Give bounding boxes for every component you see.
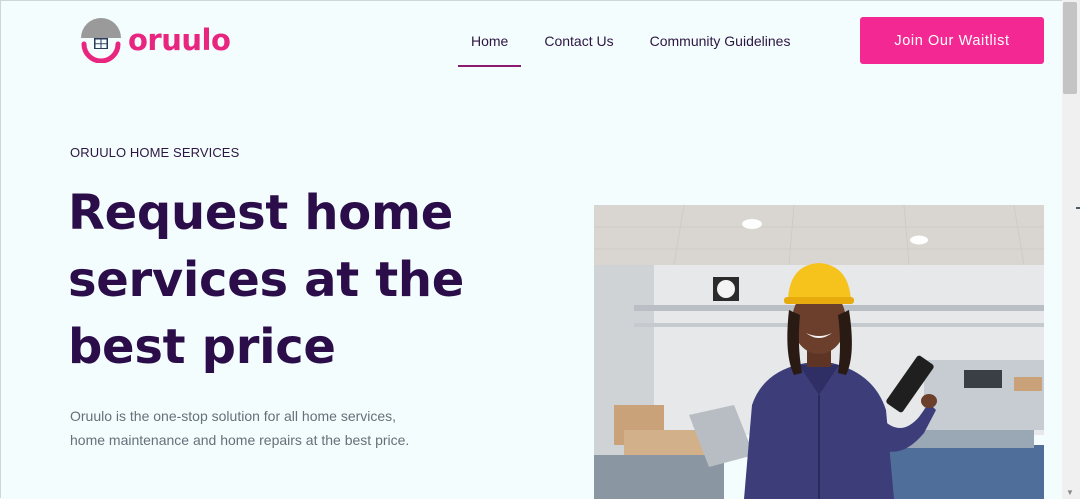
hero-headline: Request home services at the best price xyxy=(68,180,528,381)
headline-line-3: best price xyxy=(68,319,336,375)
hero-description: Oruulo is the one-stop solution for all … xyxy=(70,408,410,448)
hero-eyebrow: ORUULO HOME SERVICES xyxy=(70,145,240,160)
nav-contact-us[interactable]: Contact Us xyxy=(531,30,626,55)
nav-community-guidelines[interactable]: Community Guidelines xyxy=(637,30,804,55)
headline-line-1: Request home xyxy=(68,185,453,241)
nav-home[interactable]: Home xyxy=(458,30,522,67)
join-waitlist-button[interactable]: Join Our Waitlist xyxy=(860,17,1044,64)
headline-line-2: services at the xyxy=(68,252,465,308)
brand-logo[interactable]: oruulo xyxy=(78,16,231,64)
main-nav: Home Contact Us Community Guidelines xyxy=(458,30,813,67)
house-roof-icon xyxy=(78,17,124,64)
scroll-down-icon[interactable]: ▼ xyxy=(1063,488,1077,497)
window-edge-marker xyxy=(1076,207,1080,209)
factory-worker-photo xyxy=(594,205,1044,499)
scrollbar-thumb[interactable] xyxy=(1063,2,1077,94)
brand-name: oruulo xyxy=(128,23,231,57)
